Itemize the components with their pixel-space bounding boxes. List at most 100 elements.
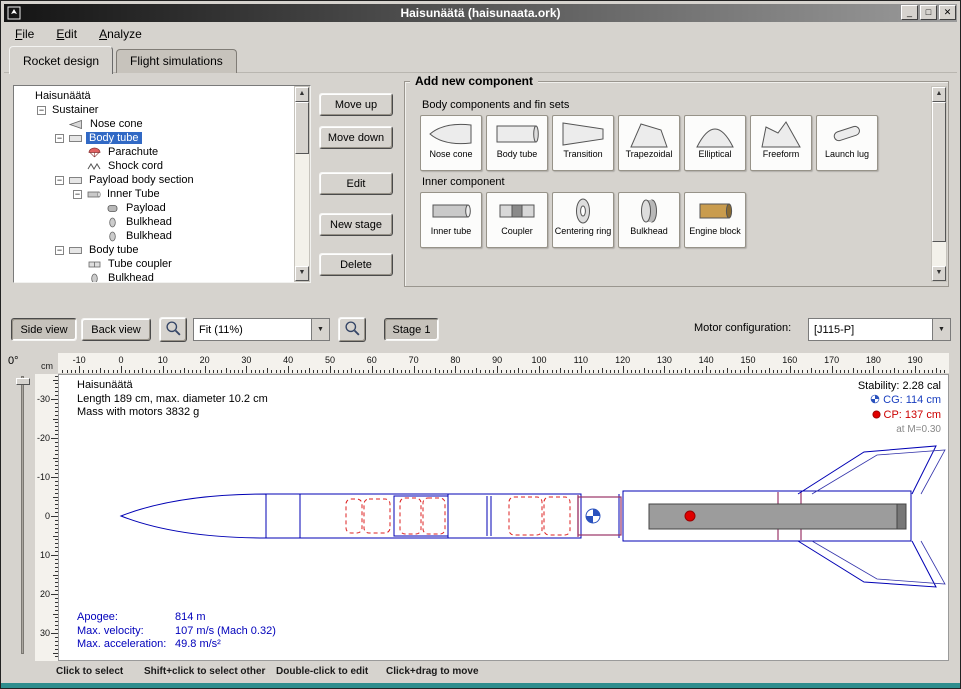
add-engine-block-button[interactable]: Engine block bbox=[684, 192, 746, 248]
add-inner-tube-button[interactable]: Inner tube bbox=[420, 192, 482, 248]
parachute-shape[interactable] bbox=[346, 499, 362, 533]
shock-cord-shape[interactable] bbox=[364, 499, 390, 533]
tree-item-label[interactable]: Bulkhead bbox=[105, 272, 157, 282]
ruler-tick bbox=[51, 516, 58, 517]
add-coupler-button[interactable]: Coupler bbox=[486, 192, 548, 248]
motor-configuration-select[interactable]: [J115-P] ▼ bbox=[808, 318, 951, 341]
tree-item-label[interactable]: Body tube bbox=[86, 132, 142, 144]
scroll-down-icon[interactable]: ▼ bbox=[295, 266, 309, 281]
tree-item-body-tube[interactable]: − Body tube bbox=[15, 131, 293, 145]
add-body-tube-button[interactable]: Body tube bbox=[486, 115, 548, 171]
tab-rocket-design[interactable]: Rocket design bbox=[9, 46, 113, 74]
rocket-canvas[interactable]: Haisunäätä Length 189 cm, max. diameter … bbox=[58, 374, 949, 661]
chevron-down-icon[interactable]: ▼ bbox=[311, 319, 329, 340]
tree-item-haisun-t-[interactable]: Haisunäätä bbox=[15, 89, 293, 103]
tree-item-label[interactable]: Payload body section bbox=[86, 174, 197, 186]
ruler-tick bbox=[756, 370, 757, 373]
add-launch-lug-button[interactable]: Launch lug bbox=[816, 115, 878, 171]
tree-item-nose-cone[interactable]: Nose cone bbox=[15, 117, 293, 131]
tree-item-label[interactable]: Sustainer bbox=[49, 104, 101, 116]
tree-item-label[interactable]: Bulkhead bbox=[123, 216, 175, 228]
fin-shape[interactable] bbox=[798, 541, 936, 587]
tree-item-bulkhead[interactable]: Bulkhead bbox=[15, 271, 293, 282]
delete-button[interactable]: Delete bbox=[319, 253, 393, 276]
tree-item-label[interactable]: Bulkhead bbox=[123, 230, 175, 242]
palette-scrollbar[interactable]: ▲ ▼ bbox=[931, 86, 947, 282]
new-stage-button[interactable]: New stage bbox=[319, 213, 393, 236]
scroll-track[interactable] bbox=[295, 102, 309, 266]
tree-item-label[interactable]: Payload bbox=[123, 202, 169, 214]
scroll-thumb[interactable] bbox=[932, 102, 946, 242]
add-trapezoidal-button[interactable]: Trapezoidal bbox=[618, 115, 680, 171]
scroll-track[interactable] bbox=[932, 102, 946, 266]
chevron-down-icon[interactable]: ▼ bbox=[932, 319, 950, 340]
scroll-thumb[interactable] bbox=[295, 102, 309, 154]
tree-expander-icon[interactable]: − bbox=[73, 190, 82, 199]
scroll-down-icon[interactable]: ▼ bbox=[932, 266, 946, 281]
move-up-button[interactable]: Move up bbox=[319, 93, 393, 116]
flight-stat-row: Max. acceleration:49.8 m/s² bbox=[77, 638, 276, 652]
menu-item-file[interactable]: File bbox=[15, 27, 34, 41]
move-down-button[interactable]: Move down bbox=[319, 126, 393, 149]
tree-item-label[interactable]: Shock cord bbox=[105, 160, 166, 172]
tree-item-payload-body-section[interactable]: − Payload body section bbox=[15, 173, 293, 187]
tree-item-bulkhead[interactable]: Bulkhead bbox=[15, 215, 293, 229]
add-centering-ring-button[interactable]: Centering ring bbox=[552, 192, 614, 248]
tree-expander-icon[interactable]: − bbox=[55, 246, 64, 255]
tab-flight-simulations[interactable]: Flight simulations bbox=[116, 49, 237, 73]
scroll-up-icon[interactable]: ▲ bbox=[295, 87, 309, 102]
title-bar[interactable]: Haisunäätä (haisunaata.ork) _ □ ✕ bbox=[4, 4, 957, 22]
tree-scrollbar[interactable]: ▲ ▼ bbox=[294, 86, 310, 282]
back-view-button[interactable]: Back view bbox=[81, 318, 151, 341]
tree-item-payload[interactable]: Payload bbox=[15, 201, 293, 215]
edit-button[interactable]: Edit bbox=[319, 172, 393, 195]
tree-item-bulkhead[interactable]: Bulkhead bbox=[15, 229, 293, 243]
zoom-in-button[interactable] bbox=[159, 317, 187, 342]
tree-expander-icon[interactable]: − bbox=[55, 134, 64, 143]
menu-item-analyze[interactable]: Analyze bbox=[99, 27, 142, 41]
nose-cone-shape[interactable] bbox=[121, 494, 266, 538]
tree-expander-icon[interactable]: − bbox=[55, 176, 64, 185]
add-elliptical-button[interactable]: Elliptical bbox=[684, 115, 746, 171]
tree-item-label[interactable]: Tube coupler bbox=[105, 258, 175, 270]
minimize-icon[interactable]: _ bbox=[901, 5, 918, 20]
ruler-tick bbox=[556, 370, 557, 373]
zoom-fit-button[interactable] bbox=[338, 317, 366, 342]
ruler-tick bbox=[652, 370, 653, 373]
fin-shape[interactable] bbox=[798, 446, 936, 494]
tree-item-body-tube[interactable]: − Body tube bbox=[15, 243, 293, 257]
add-transition-button[interactable]: Transition bbox=[552, 115, 614, 171]
ruler-tick bbox=[940, 370, 941, 373]
tree-item-label[interactable]: Inner Tube bbox=[104, 188, 163, 200]
tree-item-parachute[interactable]: Parachute bbox=[15, 145, 293, 159]
tree-item-sustainer[interactable]: −Sustainer bbox=[15, 103, 293, 117]
component-tree[interactable]: Haisunäätä−SustainerNose cone−Body tubeP… bbox=[13, 85, 311, 283]
ruler-tick bbox=[376, 370, 377, 373]
tree-item-inner-tube[interactable]: − Inner Tube bbox=[15, 187, 293, 201]
tree-item-label[interactable]: Haisunäätä bbox=[32, 90, 94, 102]
zoom-level-select[interactable]: Fit (11%) ▼ bbox=[193, 318, 330, 341]
status-hint: Click to select bbox=[56, 666, 123, 677]
tree-expander-icon[interactable]: − bbox=[37, 106, 46, 115]
add-freeform-button[interactable]: Freeform bbox=[750, 115, 812, 171]
stage-1-button[interactable]: Stage 1 bbox=[384, 318, 439, 341]
rotation-slider-thumb[interactable] bbox=[16, 378, 30, 385]
flight-stat-value: 49.8 m/s² bbox=[175, 638, 221, 650]
add-bulkhead-button[interactable]: Bulkhead bbox=[618, 192, 680, 248]
tree-item-shock-cord[interactable]: Shock cord bbox=[15, 159, 293, 173]
tree-item-label[interactable]: Nose cone bbox=[87, 118, 146, 130]
rotation-slider[interactable] bbox=[21, 376, 24, 654]
menu-item-edit[interactable]: Edit bbox=[56, 27, 77, 41]
payload-shape[interactable] bbox=[400, 498, 421, 534]
tree-item-label[interactable]: Body tube bbox=[86, 244, 142, 256]
close-icon[interactable]: ✕ bbox=[939, 5, 956, 20]
scroll-up-icon[interactable]: ▲ bbox=[932, 87, 946, 102]
maximize-icon[interactable]: □ bbox=[920, 5, 937, 20]
flight-stat-value: 814 m bbox=[175, 611, 206, 623]
tree-item-label[interactable]: Parachute bbox=[105, 146, 161, 158]
tree-item-tube-coupler[interactable]: Tube coupler bbox=[15, 257, 293, 271]
add-nose-cone-button[interactable]: Nose cone bbox=[420, 115, 482, 171]
ruler-tick bbox=[62, 370, 63, 373]
window-controls: _ □ ✕ bbox=[901, 5, 956, 20]
side-view-button[interactable]: Side view bbox=[11, 318, 77, 341]
